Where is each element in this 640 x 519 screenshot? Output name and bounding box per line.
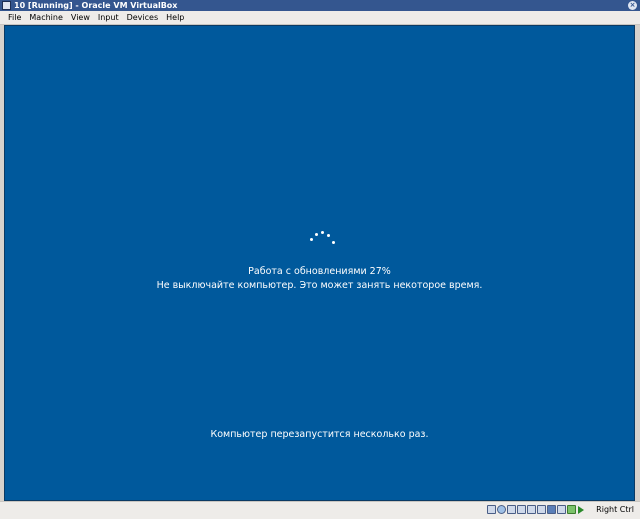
virtualization-icon xyxy=(567,505,576,514)
do-not-turn-off-text: Не выключайте компьютер. Это может занят… xyxy=(156,280,483,291)
network-icon[interactable] xyxy=(517,505,526,514)
virtualbox-app-icon[interactable] xyxy=(2,1,11,10)
restart-notice-text: Компьютер перезапустится несколько раз. xyxy=(210,429,429,440)
menu-input[interactable]: Input xyxy=(94,11,123,24)
host-key-label[interactable]: Right Ctrl xyxy=(596,505,634,515)
shared-folders-icon[interactable] xyxy=(537,505,546,514)
menu-bar: File Machine View Input Devices Help xyxy=(0,11,640,25)
window-title: 10 [Running] - Oracle VM VirtualBox xyxy=(14,1,178,10)
menu-view[interactable]: View xyxy=(67,11,94,24)
hard-disk-icon[interactable] xyxy=(487,505,496,514)
menu-machine[interactable]: Machine xyxy=(25,11,67,24)
menu-help[interactable]: Help xyxy=(162,11,188,24)
vm-display[interactable]: Работа с обновлениями 27% Не выключайте … xyxy=(4,25,635,501)
display-icon[interactable] xyxy=(547,505,556,514)
status-bar: Right Ctrl xyxy=(0,501,640,519)
menu-file[interactable]: File xyxy=(0,11,25,24)
usb-icon[interactable] xyxy=(527,505,536,514)
window-title-bar[interactable]: 10 [Running] - Oracle VM VirtualBox × xyxy=(0,0,640,11)
update-progress-text: Работа с обновлениями 27% xyxy=(248,266,391,277)
video-capture-icon[interactable] xyxy=(557,505,566,514)
arrow-icon[interactable] xyxy=(577,505,588,514)
optical-disk-icon[interactable] xyxy=(497,505,506,514)
menu-devices[interactable]: Devices xyxy=(123,11,163,24)
close-window-button[interactable]: × xyxy=(628,1,637,10)
status-icons-group xyxy=(487,505,588,514)
audio-icon[interactable] xyxy=(507,505,516,514)
loading-spinner-icon xyxy=(307,228,337,248)
